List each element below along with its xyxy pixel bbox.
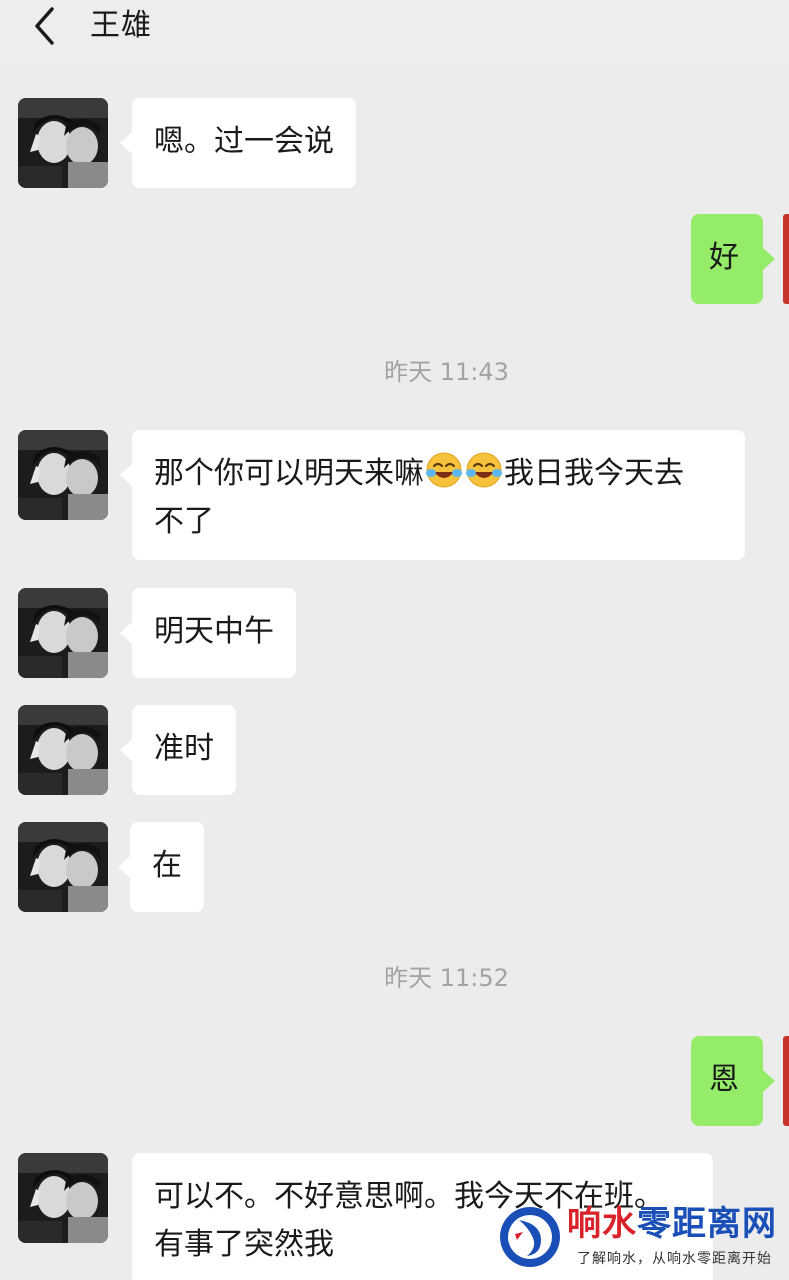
message-bubble-incoming[interactable]: 嗯。过一会说 xyxy=(120,98,356,188)
watermark-logo-icon xyxy=(500,1207,560,1267)
avatar-photo xyxy=(18,98,108,188)
message-text-part: 那个你可以明天来嘛 xyxy=(154,456,424,491)
chat-title: 王雄 xyxy=(90,8,152,43)
message-bubble-incoming[interactable]: 明天中午 xyxy=(120,588,296,678)
message-text-part: 不了 xyxy=(154,504,214,539)
back-button[interactable] xyxy=(22,4,66,48)
message-text: 明天中午 xyxy=(154,614,274,649)
self-avatar[interactable] xyxy=(783,1036,789,1126)
contact-avatar[interactable] xyxy=(18,98,108,188)
contact-avatar[interactable] xyxy=(18,1153,108,1243)
top-bar: 王雄 xyxy=(0,0,789,70)
contact-avatar[interactable] xyxy=(18,430,108,520)
watermark-title: 响水零距离网 xyxy=(567,1204,777,1244)
avatar-photo xyxy=(18,1153,108,1243)
message-text: 恩 xyxy=(709,1062,739,1097)
message-bubble-incoming[interactable]: 准时 xyxy=(120,705,236,795)
avatar-photo xyxy=(18,822,108,912)
face-with-tears-of-joy-icon xyxy=(426,452,462,488)
message-text: 好 xyxy=(709,240,739,275)
site-watermark: 响水零距离网 了解响水，从响水零距离开始 xyxy=(497,1202,779,1274)
message-bubble-outgoing[interactable]: 好 xyxy=(691,214,775,304)
contact-avatar[interactable] xyxy=(18,588,108,678)
message-text: 准时 xyxy=(154,731,214,766)
face-with-tears-of-joy-icon xyxy=(466,452,502,488)
watermark-slogan: 了解响水，从响水零距离开始 xyxy=(577,1251,772,1267)
chevron-left-icon xyxy=(35,7,54,45)
message-bubble-incoming[interactable]: 那个你可以明天来嘛 我日我今天去 不了 xyxy=(120,430,745,560)
contact-avatar[interactable] xyxy=(18,822,108,912)
message-text: 嗯。过一会说 xyxy=(154,124,334,159)
message-bubble-outgoing[interactable]: 恩 xyxy=(691,1036,775,1126)
avatar-photo xyxy=(18,705,108,795)
timestamp: 昨天 11:52 xyxy=(384,964,509,992)
avatar-photo xyxy=(18,588,108,678)
message-text-part: 有事了突然我 xyxy=(154,1227,334,1262)
avatar-photo xyxy=(18,430,108,520)
contact-avatar[interactable] xyxy=(18,705,108,795)
message-text: 在 xyxy=(152,848,182,883)
message-bubble-incoming[interactable]: 在 xyxy=(118,822,204,912)
message-text-part: 我日我今天去 xyxy=(504,456,684,491)
timestamp: 昨天 11:43 xyxy=(384,358,509,386)
self-avatar[interactable] xyxy=(783,214,789,304)
